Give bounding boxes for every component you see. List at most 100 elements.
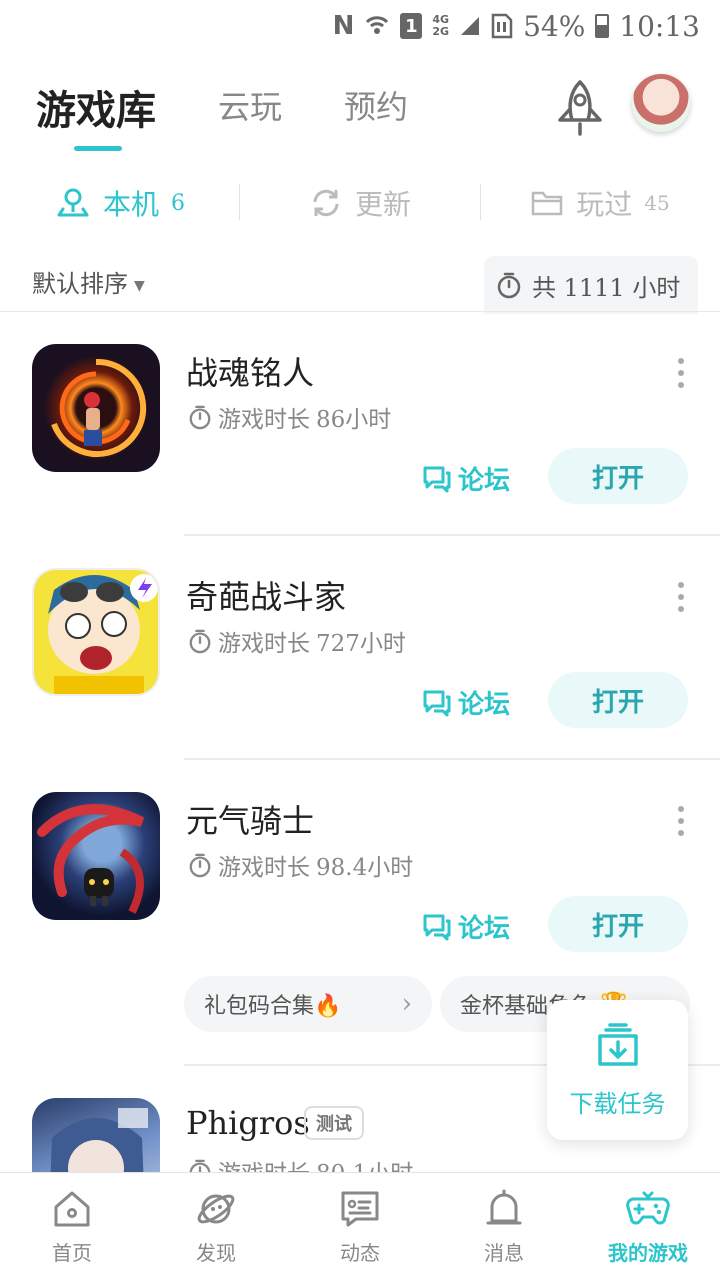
playtime-label: 游戏时长 (218, 631, 310, 657)
stopwatch-icon (497, 272, 521, 299)
subtab-played-label: 玩过 (576, 188, 633, 221)
forum-icon (423, 690, 451, 716)
nav-my-games-label: 我的游戏 (608, 1241, 688, 1265)
network-indicator: 4G 2G (432, 14, 449, 38)
playtime-value: 86小时 (316, 407, 392, 433)
game-playtime: 游戏时长 80.1小时 (188, 1154, 413, 1172)
stopwatch-icon (189, 853, 211, 878)
nav-feed[interactable]: 动态 (288, 1173, 432, 1280)
home-icon (54, 1191, 90, 1227)
nav-discover-label: 发现 (196, 1241, 236, 1265)
sort-dropdown[interactable]: 默认排序 ▼ (32, 264, 145, 299)
game-title[interactable]: 奇葩战斗家 (186, 572, 346, 618)
playtime-value: 80.1小时 (316, 1154, 413, 1172)
game-item: 奇葩战斗家 游戏时长 727小时 论坛 打开 (0, 536, 720, 760)
test-badge: 测试 (304, 1106, 364, 1140)
playtime-value: 98.4小时 (316, 855, 414, 881)
download-tray-icon (597, 1022, 638, 1066)
tab-cloud-play[interactable]: 云玩 (218, 82, 282, 128)
nav-home-label: 首页 (52, 1241, 92, 1265)
game-playtime: 游戏时长 86小时 (188, 400, 391, 434)
wifi-icon (364, 13, 390, 39)
gamepad-icon (626, 1191, 670, 1225)
game-title[interactable]: 战魂铭人 (186, 348, 314, 394)
nav-my-games[interactable]: 我的游戏 (576, 1173, 720, 1280)
active-tab-indicator (74, 146, 122, 151)
open-button[interactable]: 打开 (548, 896, 688, 952)
more-options-icon[interactable] (676, 358, 686, 388)
nav-feed-label: 动态 (340, 1241, 380, 1265)
subtab-played[interactable]: 玩过 45 (480, 178, 720, 228)
avatar[interactable] (632, 74, 690, 132)
battery-icon (595, 14, 610, 38)
subtab-local-label: 本机 (102, 188, 159, 221)
bell-icon (486, 1189, 522, 1225)
subtab-update-label: 更新 (354, 188, 411, 221)
nav-home[interactable]: 首页 (0, 1173, 144, 1280)
forum-button[interactable]: 论坛 (422, 908, 510, 945)
nav-messages-label: 消息 (484, 1241, 524, 1265)
chevron-right-icon: › (401, 989, 412, 1019)
rocket-icon[interactable] (552, 78, 608, 138)
subtab-update[interactable]: 更新 (240, 178, 480, 228)
game-playtime: 游戏时长 727小时 (188, 624, 406, 658)
game-icon[interactable] (32, 344, 160, 472)
subtab-local[interactable]: 本机 6 (0, 178, 240, 228)
nav-discover[interactable]: 发现 (144, 1173, 288, 1280)
refresh-icon (313, 189, 339, 217)
game-icon[interactable] (32, 568, 160, 696)
stopwatch-icon (189, 405, 211, 430)
total-playtime-text: 共 1111 小时 (532, 273, 681, 302)
forum-label: 论坛 (458, 466, 511, 496)
forum-icon (423, 466, 451, 492)
stopwatch-icon (189, 1159, 211, 1172)
game-playtime: 游戏时长 98.4小时 (188, 848, 413, 882)
forum-label: 论坛 (458, 914, 511, 944)
nfc-icon: N (332, 11, 355, 41)
forum-button[interactable]: 论坛 (422, 684, 510, 721)
stopwatch-icon (189, 629, 211, 654)
header: 游戏库 云玩 预约 (0, 70, 720, 160)
download-tasks-button[interactable]: 下载任务 (547, 1000, 688, 1140)
status-bar: N 1 4G 2G 54% 10:13 (0, 0, 720, 52)
folder-icon (532, 191, 563, 216)
signal-icon (459, 15, 481, 37)
bottom-nav: 首页 发现 动态 消息 我的游戏 (0, 1172, 720, 1280)
battery-percent: 54% (523, 9, 586, 43)
chip-label: 礼包码合集🔥 (204, 994, 342, 1019)
subtab-bar: 本机 6 更新 玩过 45 (0, 178, 720, 228)
subtab-divider (239, 184, 240, 220)
forum-button[interactable]: 论坛 (422, 460, 510, 497)
game-title[interactable]: Phigros (186, 1104, 310, 1142)
sim-card-icon (491, 13, 513, 39)
caret-down-icon: ▼ (134, 277, 145, 294)
playtime-label: 游戏时长 (218, 1154, 310, 1172)
tab-game-library[interactable]: 游戏库 (36, 78, 156, 136)
gift-code-chip[interactable]: 礼包码合集🔥 › (184, 976, 432, 1032)
sort-dropdown-label: 默认排序 (32, 270, 128, 298)
playtime-label: 游戏时长 (218, 855, 310, 881)
subtab-divider (480, 184, 481, 220)
sort-row: 默认排序 ▼ 共 1111 小时 (0, 256, 720, 314)
forum-icon (423, 914, 451, 940)
subtab-local-count: 6 (171, 190, 185, 216)
playtime-value: 727小时 (316, 631, 406, 657)
nav-messages[interactable]: 消息 (432, 1173, 576, 1280)
tab-reservation[interactable]: 预约 (344, 82, 408, 128)
more-options-icon[interactable] (676, 806, 686, 836)
open-button[interactable]: 打开 (548, 448, 688, 504)
chat-icon (341, 1191, 379, 1227)
sim-icon: 1 (400, 13, 423, 39)
forum-label: 论坛 (458, 690, 511, 720)
more-options-icon[interactable] (676, 582, 686, 612)
download-tasks-label: 下载任务 (569, 1089, 666, 1118)
game-icon[interactable] (32, 792, 160, 920)
total-playtime: 共 1111 小时 (484, 256, 698, 314)
playtime-label: 游戏时长 (218, 407, 310, 433)
clock: 10:13 (619, 9, 700, 43)
planet-icon (197, 1194, 235, 1224)
game-icon[interactable] (32, 1098, 160, 1172)
network-bottom: 2G (432, 25, 450, 38)
game-title[interactable]: 元气骑士 (186, 796, 314, 842)
open-button[interactable]: 打开 (548, 672, 688, 728)
